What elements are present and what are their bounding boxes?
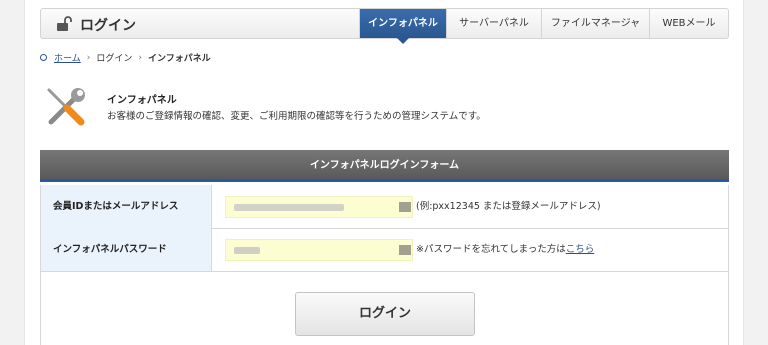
chevron-right-icon: › [86,52,91,63]
id-hint: (例:pxx12345 または登録メールアドレス) [416,201,601,212]
field-marker-icon [399,245,411,255]
id-input[interactable] [225,196,413,218]
id-label: 会員IDまたはメールアドレス [41,185,212,228]
breadcrumb-home-link[interactable]: ホーム [54,51,81,64]
breadcrumb: ホーム › ログイン › インフォパネル [40,51,211,64]
tab-web-mail[interactable]: WEBメール [649,9,728,38]
tab-bar: インフォパネル サーバーパネル ファイルマネージャ WEBメール [359,9,728,44]
password-hint: ※パスワードを忘れてしまった方はこちら [416,228,594,272]
intro-description: お客様のご登録情報の確認、変更、ご利用期限の確認等を行うための管理システムです。 [107,111,486,122]
submit-area: ログイン [40,272,729,345]
tab-server-panel[interactable]: サーバーパネル [446,9,541,38]
tab-file-manager[interactable]: ファイルマネージャ [541,9,649,38]
field-marker-icon [399,202,411,212]
masked-value [234,204,344,211]
password-label: インフォパネルパスワード [41,228,212,271]
forgot-password-link[interactable]: こちら [566,244,595,255]
password-row: インフォパネルパスワード ※パスワードを忘れてしまった方はこちら [40,228,729,272]
password-hint-text: ※パスワードを忘れてしまった方は [416,244,566,255]
breadcrumb-current: インフォパネル [147,54,211,64]
intro-title: インフォパネル [107,95,177,106]
unlock-icon [57,16,72,31]
tab-info-panel[interactable]: インフォパネル [359,9,446,44]
form-heading: インフォパネルログインフォーム [40,150,729,182]
password-input[interactable] [225,239,413,261]
header-bar: ログイン インフォパネル サーバーパネル ファイルマネージャ WEBメール [40,8,729,44]
breadcrumb-login: ログイン [96,54,133,64]
circle-bullet-icon [40,54,47,61]
login-button[interactable]: ログイン [295,292,475,336]
masked-value [234,247,260,254]
tools-icon [47,88,85,126]
chevron-right-icon: › [138,52,142,63]
page-title: ログイン [80,18,136,34]
id-row: 会員IDまたはメールアドレス (例:pxx12345 または登録メールアドレス) [40,185,729,229]
